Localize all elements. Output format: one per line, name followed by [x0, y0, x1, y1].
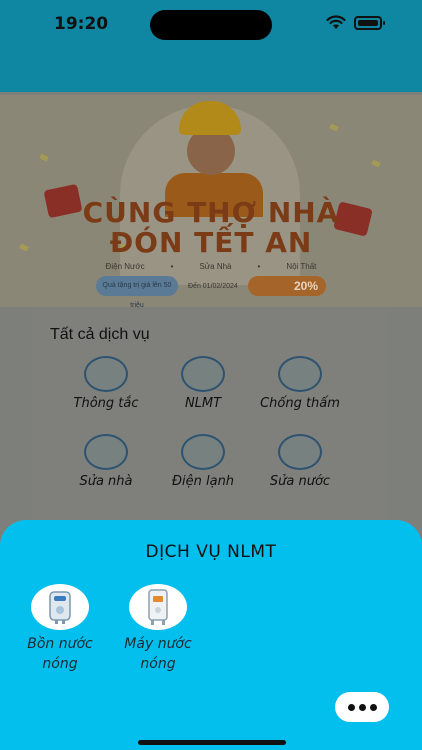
- service-label: Điện lạnh: [171, 474, 235, 489]
- solar-panel-icon: [181, 356, 225, 392]
- banner-tag: Nội Thất: [286, 262, 317, 271]
- promo-date: Đến 01/02/2024: [188, 283, 238, 290]
- promo-discount-pill: 20%: [248, 276, 326, 296]
- battery-icon: [354, 16, 385, 30]
- water-heater-icon: [129, 584, 187, 630]
- dynamic-island: [150, 10, 272, 40]
- sheet-title: DỊCH VỤ NLMT: [145, 542, 277, 562]
- service-dien-lanh[interactable]: Điện lạnh: [153, 434, 253, 489]
- wifi-icon: [326, 15, 346, 29]
- option-label: Máy nước nóng: [124, 636, 192, 672]
- service-label: Thông tắc: [73, 396, 139, 411]
- confetti-icon: [329, 123, 339, 132]
- confetti-icon: [39, 153, 49, 162]
- service-label: NLMT: [184, 396, 222, 411]
- service-nlmt[interactable]: NLMT: [153, 356, 253, 411]
- faucet-icon: [278, 434, 322, 470]
- confetti-icon: [371, 159, 381, 168]
- status-bar: 19:20: [0, 0, 422, 48]
- bottom-sheet: DỊCH VỤ NLMT Bồn nước nóng Máy nước nóng: [0, 520, 422, 750]
- service-label: Sửa nước: [269, 474, 331, 489]
- water-tank-icon: [31, 584, 89, 630]
- service-label: Sửa nhà: [79, 474, 133, 489]
- service-label: Chống thấm: [260, 396, 340, 411]
- status-time: 19:20: [54, 14, 109, 34]
- air-conditioner-icon: [181, 434, 225, 470]
- service-sua-nuoc[interactable]: Sửa nước: [250, 434, 350, 489]
- plunger-icon: [84, 356, 128, 392]
- section-title: Tất cả dịch vụ: [50, 326, 150, 343]
- service-chong-tham[interactable]: Chống thấm: [250, 356, 350, 411]
- banner-tag: Sửa Nhà: [199, 262, 232, 271]
- banner-tag: Điện Nước: [105, 262, 145, 271]
- worker-image: [165, 101, 265, 217]
- banner-tags: Điện Nước • Sửa Nhà • Nội Thất: [105, 262, 317, 271]
- more-dots-icon[interactable]: [335, 692, 389, 722]
- service-thong-tac[interactable]: Thông tắc: [56, 356, 156, 411]
- option-may-nuoc-nong[interactable]: Máy nước nóng: [98, 584, 218, 674]
- home-indicator: [138, 740, 286, 745]
- service-sua-nha[interactable]: Sửa nhà: [56, 434, 156, 489]
- promo-gift-pill: Quà tặng trị giá lên 50 triệu: [96, 276, 178, 309]
- banner-title: CÙNG THỢ NHÀ ĐÓN TẾT AN: [82, 196, 340, 259]
- house-repair-icon: [84, 434, 128, 470]
- waterproof-roof-icon: [278, 356, 322, 392]
